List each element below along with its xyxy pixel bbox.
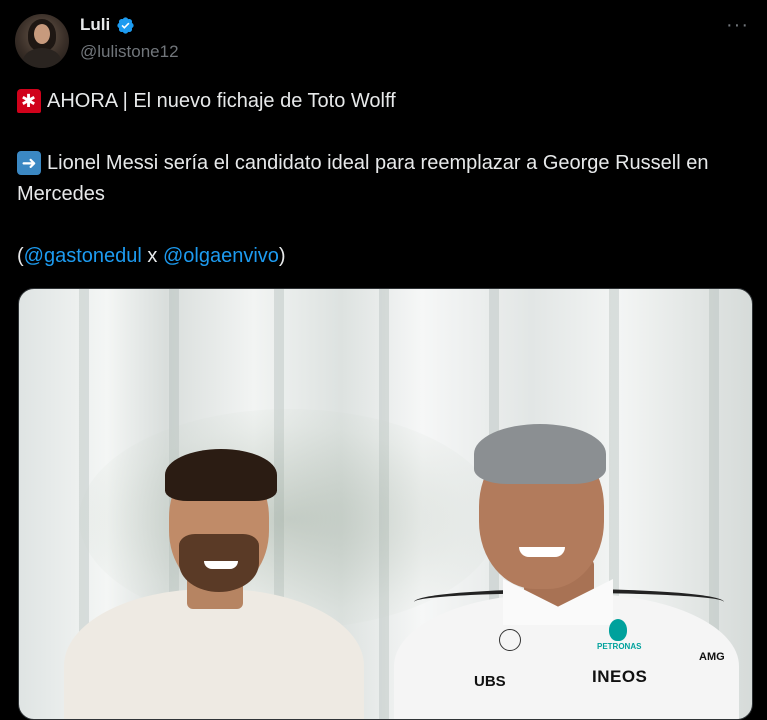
display-name[interactable]: Luli [80,15,110,35]
credits-close: ) [278,245,286,267]
avatar-face [34,24,50,44]
mercedes-star-icon [499,629,521,651]
tweet-photo[interactable]: PETRONAS INEOS UBS AMG [18,288,753,720]
tweet-line-1: AHORA | El nuevo fichaje de Toto Wolff [17,86,747,117]
mention-olgaenvivo[interactable]: @olgaenvivo [163,241,279,272]
right-person-smile [519,547,565,557]
right-arrow-icon: ➜ [17,151,41,175]
author-name-row: Luli [80,15,135,35]
tweet-credits: (@gastonedul x @olgaenvivo) [17,241,747,272]
verified-badge-icon [117,16,134,34]
petronas-logo-icon [609,619,627,641]
tweet-line-2: ➜ Lionel Messi sería el candidato ideal p… [17,148,747,210]
rotating-light-icon [17,86,41,117]
sponsor-ubs: UBS [474,673,506,690]
author-handle[interactable]: @lulistone12 [80,42,179,62]
tweet-body-text: Lionel Messi sería el candidato ideal pa… [17,152,715,205]
more-options-icon[interactable]: ··· [726,14,749,37]
mention-gastonedul[interactable]: @gastonedul [24,241,142,272]
sponsor-ineos: INEOS [592,667,648,686]
avatar-body [23,48,61,68]
tweet-body: ➜ Lionel Messi sería el candidato ideal p… [17,148,747,210]
right-person-hair [474,424,606,484]
tweet-text: AHORA | El nuevo fichaje de Toto Wolff ➜… [17,86,747,272]
left-person-hair [165,449,277,501]
avatar[interactable] [15,14,69,68]
credits-open: ( [17,245,24,267]
tweet-headline: AHORA | El nuevo fichaje de Toto Wolff [47,90,396,112]
sponsor-petronas: PETRONAS [597,642,642,651]
credits-separator: x [141,245,163,267]
left-person-smile [204,561,238,569]
sponsor-amg: AMG [699,651,725,663]
